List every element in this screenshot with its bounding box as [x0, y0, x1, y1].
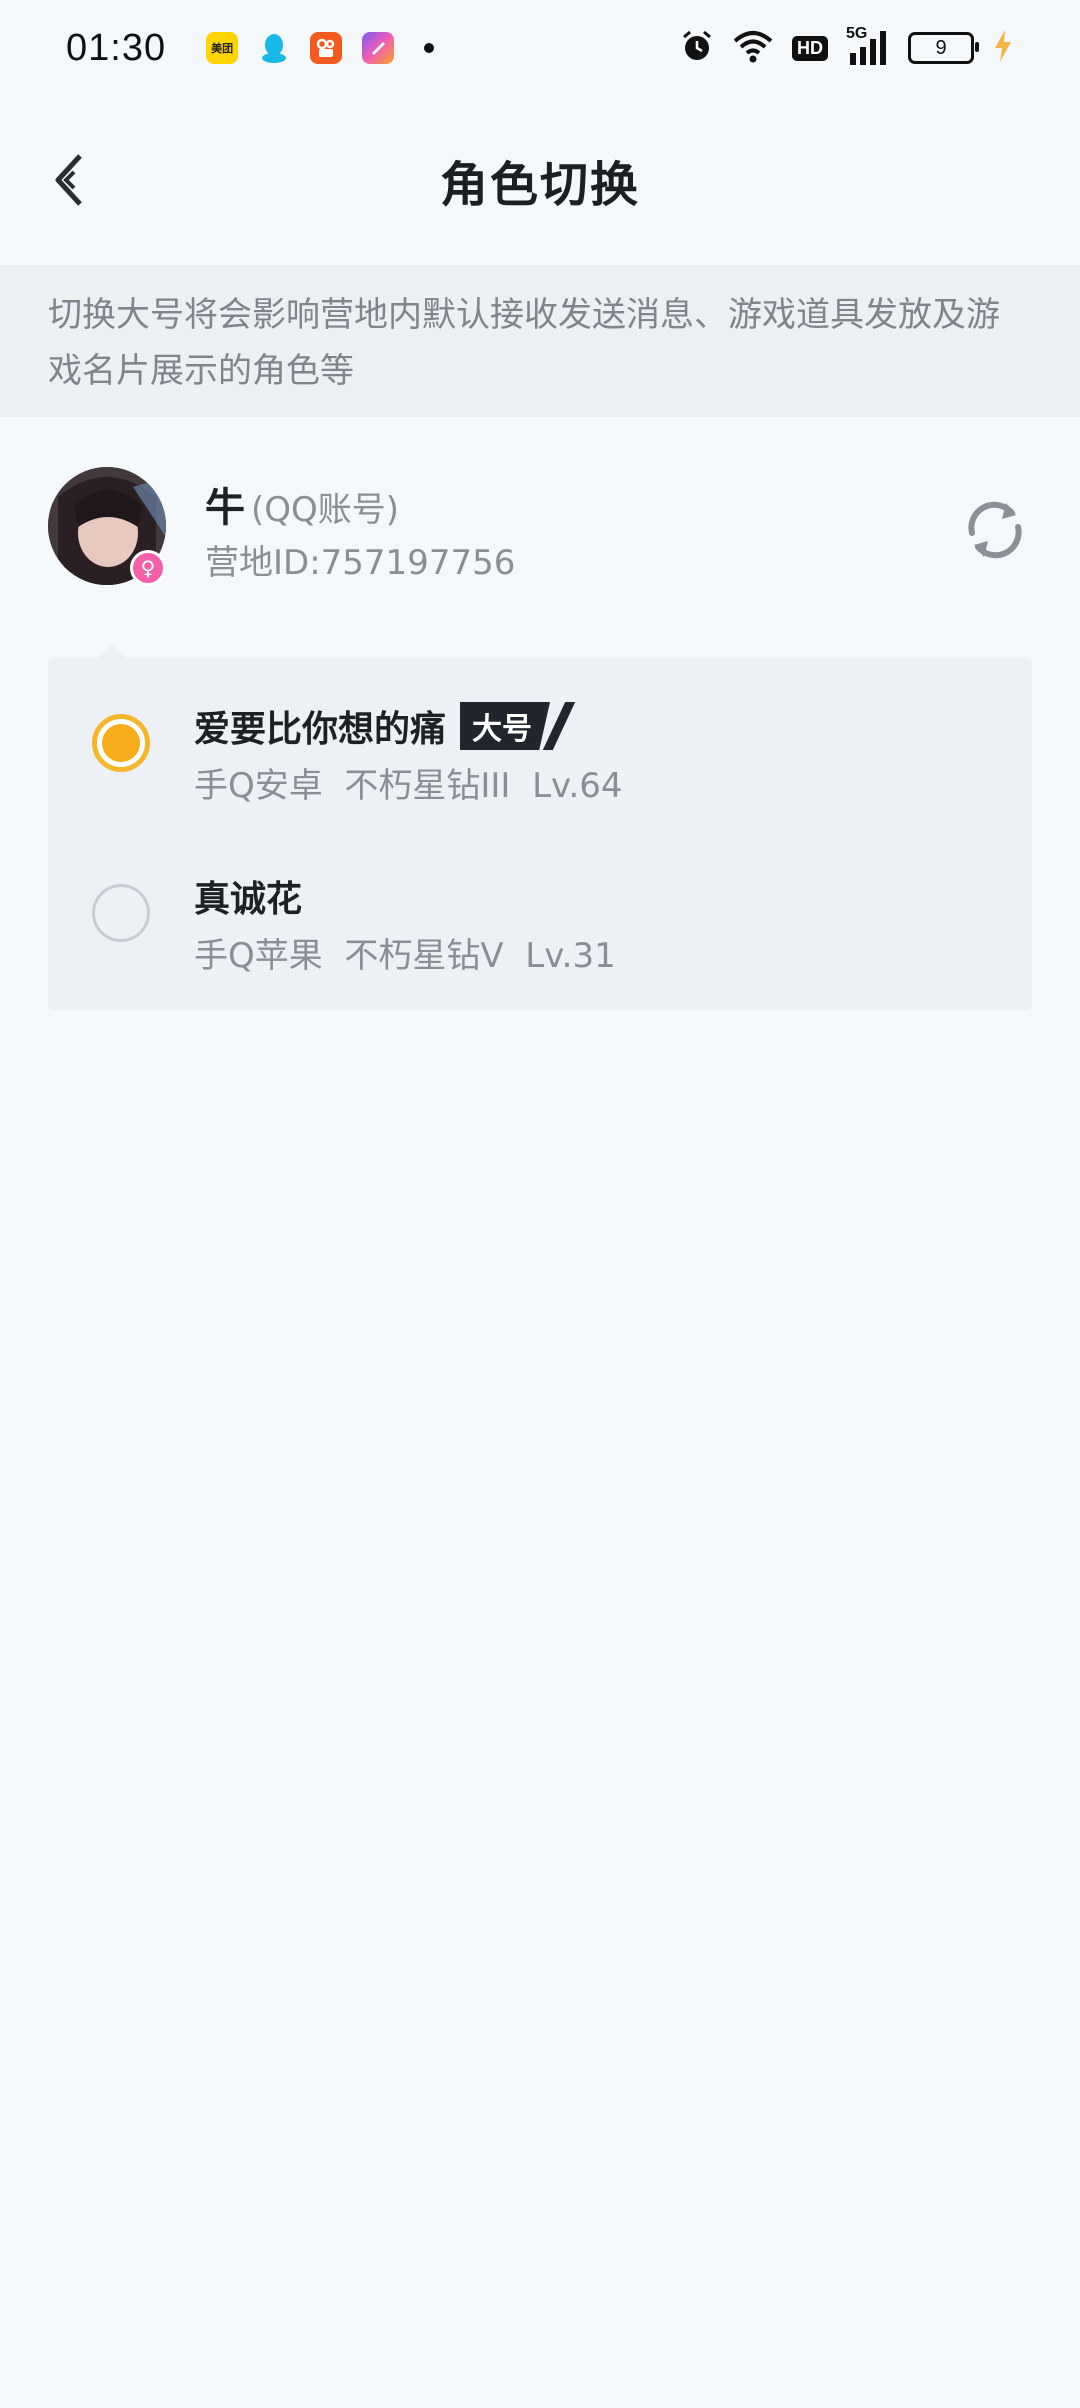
status-bar: 01:30 美团 HD 5G 9	[0, 0, 1080, 96]
generic-app-icon	[362, 32, 395, 64]
notification-app-icons: 美团	[206, 32, 395, 64]
status-time: 01:30	[66, 26, 167, 69]
account-header: ♀ 牛 (QQ账号) 营地ID:757197756	[0, 455, 1080, 595]
role-radio-selected[interactable]	[92, 714, 150, 772]
account-name: 牛 (QQ账号)	[205, 475, 399, 533]
charging-icon	[992, 29, 1014, 67]
role-name: 真诚花	[194, 879, 303, 920]
notification-dot-icon	[424, 43, 435, 53]
role-name: 爱要比你想的痛	[194, 709, 447, 750]
main-account-badge: 大号	[460, 702, 551, 750]
main-account-badge-label: 大号	[472, 712, 533, 747]
header: 角色切换	[0, 120, 1080, 240]
back-button[interactable]	[40, 150, 100, 210]
account-nickname: 牛	[205, 485, 245, 531]
back-arrow-icon	[55, 154, 82, 206]
role-list: 爱要比你想的痛 大号 手Q安卓 不朽星钻III Lv.64 真诚花 手Q苹果 不…	[48, 644, 1032, 1010]
cellular-signal-icon: 5G	[846, 25, 890, 67]
female-gender-icon: ♀	[130, 550, 166, 586]
refresh-icon	[968, 501, 1022, 559]
qq-app-icon	[258, 32, 290, 64]
hd-badge: HD	[792, 35, 828, 61]
camp-id: 营地ID:757197756	[205, 543, 516, 583]
role-meta: 手Q安卓 不朽星钻III Lv.64	[194, 766, 623, 806]
kuaishou-app-icon	[310, 32, 343, 64]
role-radio-unselected[interactable]	[92, 884, 150, 942]
role-item-1[interactable]: 爱要比你想的痛 大号 手Q安卓 不朽星钻III Lv.64	[48, 658, 1032, 828]
account-type: (QQ账号)	[251, 490, 400, 530]
alarm-icon	[680, 29, 714, 67]
role-name-row: 真诚花	[194, 870, 302, 922]
notice-text: 切换大号将会影响营地内默认接收发送消息、游戏道具发放及游戏名片展示的角色等	[48, 295, 1000, 391]
meituan-app-label: 美团	[211, 42, 234, 55]
switch-account-button[interactable]	[960, 495, 1030, 565]
battery-icon: 9	[908, 32, 979, 64]
page-title: 角色切换	[439, 157, 640, 213]
role-meta: 手Q苹果 不朽星钻V Lv.31	[194, 936, 616, 976]
meituan-app-icon: 美团	[206, 32, 239, 64]
notice-banner: 切换大号将会影响营地内默认接收发送消息、游戏道具发放及游戏名片展示的角色等	[0, 265, 1080, 417]
wifi-icon	[732, 29, 774, 67]
role-name-row: 爱要比你想的痛 大号	[194, 700, 576, 752]
role-item-2[interactable]: 真诚花 手Q苹果 不朽星钻V Lv.31	[48, 828, 1032, 998]
battery-level: 9	[935, 36, 947, 59]
